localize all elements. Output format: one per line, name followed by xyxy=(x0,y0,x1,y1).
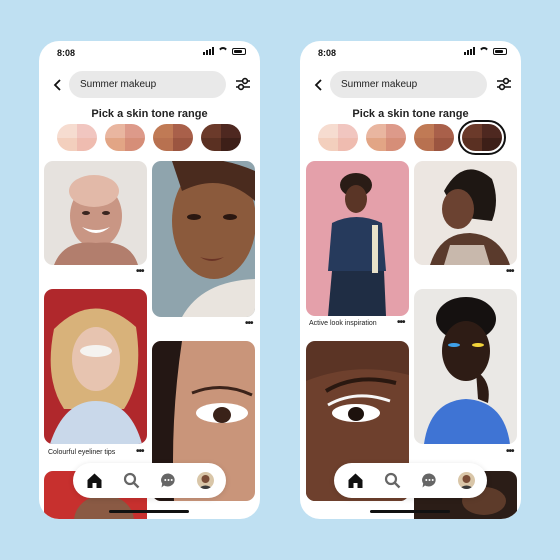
pin-image[interactable] xyxy=(306,161,409,316)
back-button[interactable] xyxy=(313,78,325,92)
pin-image[interactable] xyxy=(414,161,517,265)
messages-icon xyxy=(161,473,175,488)
more-options-icon[interactable]: ••• xyxy=(245,319,253,329)
more-options-icon[interactable]: ••• xyxy=(136,267,144,277)
bottom-navigation xyxy=(73,463,226,498)
skin-tone-swatches xyxy=(318,120,506,155)
profile-avatar xyxy=(458,472,475,489)
phone-screen-left: 8:08 Summer makeup Pick a skin tone rang… xyxy=(39,41,260,519)
chevron-left-icon xyxy=(314,79,322,91)
skin-tone-swatches xyxy=(57,124,241,151)
status-time: 8:08 xyxy=(57,48,76,58)
skin-tone-swatch-medium-light[interactable] xyxy=(366,124,406,151)
nav-profile-avatar[interactable] xyxy=(458,472,475,489)
messages-icon xyxy=(422,473,436,488)
skin-tone-swatch-medium-light[interactable] xyxy=(105,124,145,151)
more-options-icon[interactable]: ••• xyxy=(136,447,144,457)
search-input[interactable]: Summer makeup xyxy=(330,71,487,98)
profile-avatar xyxy=(197,472,214,489)
skin-tone-swatch-dark[interactable] xyxy=(201,124,241,151)
skin-tone-swatch-light[interactable] xyxy=(57,124,97,151)
nav-search-button[interactable] xyxy=(123,472,140,489)
nav-messages-button[interactable] xyxy=(421,472,438,489)
home-indicator xyxy=(370,510,450,513)
skin-tone-heading: Pick a skin tone range xyxy=(91,108,208,120)
pin-image[interactable] xyxy=(44,161,147,265)
status-bar: 8:08 xyxy=(39,41,260,65)
sliders-icon xyxy=(236,77,250,91)
home-icon xyxy=(87,473,102,488)
phone-screen-right: 8:08 Summer makeup Pick a skin tone rang… xyxy=(300,41,521,519)
skin-tone-swatch-light[interactable] xyxy=(318,124,358,151)
nav-home-button[interactable] xyxy=(86,472,103,489)
search-icon xyxy=(384,472,401,489)
pin-caption: Active look inspiration xyxy=(309,320,377,327)
pin-image[interactable] xyxy=(414,289,517,444)
skin-tone-swatch-dark[interactable] xyxy=(458,120,506,155)
nav-search-button[interactable] xyxy=(384,472,401,489)
status-bar: 8:08 xyxy=(300,41,521,65)
home-icon xyxy=(348,473,363,488)
pin-image[interactable] xyxy=(44,289,147,444)
home-indicator xyxy=(109,510,189,513)
battery-icon xyxy=(493,48,507,55)
chevron-left-icon xyxy=(53,79,61,91)
pin-image[interactable] xyxy=(152,161,255,317)
bottom-navigation xyxy=(334,463,487,498)
status-time: 8:08 xyxy=(318,48,337,58)
more-options-icon[interactable]: ••• xyxy=(397,318,405,328)
sliders-icon xyxy=(497,77,511,91)
nav-messages-button[interactable] xyxy=(160,472,177,489)
search-input[interactable]: Summer makeup xyxy=(69,71,226,98)
filter-button[interactable] xyxy=(235,76,251,92)
wifi-icon xyxy=(479,47,489,55)
nav-home-button[interactable] xyxy=(347,472,364,489)
battery-icon xyxy=(232,48,246,55)
skin-tone-swatch-medium-dark[interactable] xyxy=(153,124,193,151)
signal-icon xyxy=(203,47,214,55)
back-button[interactable] xyxy=(52,78,64,92)
wifi-icon xyxy=(218,47,228,55)
signal-icon xyxy=(464,47,475,55)
pin-caption: Colourful eyeliner tips xyxy=(48,449,116,456)
filter-button[interactable] xyxy=(496,76,512,92)
search-icon xyxy=(123,472,140,489)
skin-tone-heading: Pick a skin tone range xyxy=(352,108,469,120)
skin-tone-swatch-medium-dark[interactable] xyxy=(414,124,454,151)
nav-profile-avatar[interactable] xyxy=(197,472,214,489)
more-options-icon[interactable]: ••• xyxy=(506,447,514,457)
more-options-icon[interactable]: ••• xyxy=(506,267,514,277)
